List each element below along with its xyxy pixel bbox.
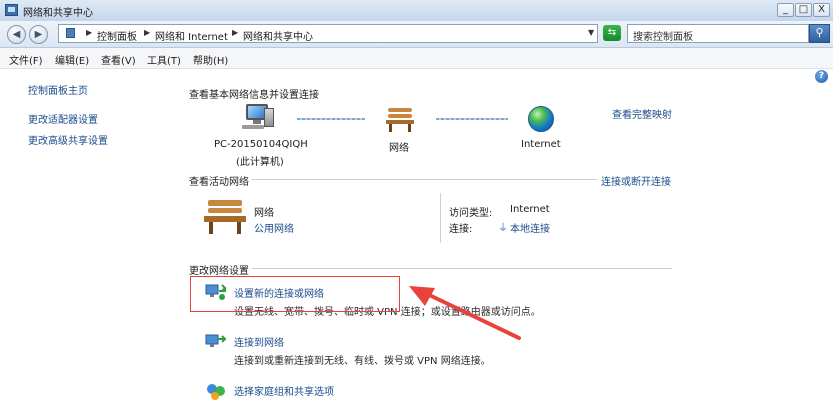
breadcrumb-control-panel[interactable]: 控制面板 xyxy=(97,28,137,43)
breadcrumb-arrow-icon[interactable]: ▶ xyxy=(232,28,238,37)
network-bench-icon xyxy=(386,106,414,132)
change-settings-heading: 更改网络设置 xyxy=(189,266,249,277)
connect-to-network-icon xyxy=(205,332,227,352)
refresh-button[interactable]: ⇆ xyxy=(603,25,621,41)
connection-plug-icon: ⏚ xyxy=(498,223,508,234)
back-button[interactable]: ◀ xyxy=(7,25,26,44)
breadcrumb-network-internet[interactable]: 网络和 Internet xyxy=(155,28,228,43)
network-label: 网络 xyxy=(389,143,409,154)
nav-advanced-sharing-settings[interactable]: 更改高级共享设置 xyxy=(28,132,108,147)
window-title: 网络和共享中心 xyxy=(23,8,93,19)
search-placeholder: 搜索控制面板 xyxy=(633,32,693,43)
computer-subtitle: (此计算机) xyxy=(236,157,284,168)
connect-disconnect-link[interactable]: 连接或断开连接 xyxy=(601,173,671,188)
local-connection-link[interactable]: 本地连接 xyxy=(510,220,550,235)
title-bar xyxy=(0,0,833,22)
control-panel-icon xyxy=(66,28,75,38)
internet-globe-icon xyxy=(528,106,554,132)
help-icon[interactable]: ? xyxy=(815,70,828,83)
annotation-arrow xyxy=(409,286,521,340)
access-type-label: 访问类型: xyxy=(449,208,493,219)
maximize-button[interactable]: □ xyxy=(795,3,812,17)
nav-change-adapter-settings[interactable]: 更改适配器设置 xyxy=(28,111,98,126)
overview-heading: 查看基本网络信息并设置连接 xyxy=(189,90,319,101)
internet-label: Internet xyxy=(521,139,561,150)
active-network-name: 网络 xyxy=(254,208,274,219)
connection-line xyxy=(297,118,365,120)
forward-button[interactable]: ▶ xyxy=(29,25,48,44)
connection-line xyxy=(436,118,508,120)
active-networks-heading: 查看活动网络 xyxy=(189,177,249,188)
section-divider xyxy=(252,268,672,269)
connect-to-network-link[interactable]: 连接到网络 xyxy=(234,334,284,349)
active-network-bench-icon xyxy=(204,198,246,234)
connect-to-network-desc: 连接到或重新连接到无线、有线、拨号或 VPN 网络连接。 xyxy=(234,356,491,367)
search-icon[interactable]: ⚲ xyxy=(809,24,830,43)
menu-tools[interactable]: 工具(T) xyxy=(147,52,181,67)
breadcrumb-arrow-icon[interactable]: ▶ xyxy=(86,28,92,37)
vertical-divider xyxy=(440,193,441,243)
access-type-value: Internet xyxy=(510,204,550,215)
computer-name: PC-20150104QIQH xyxy=(214,139,308,150)
homegroup-icon xyxy=(205,381,227,401)
breadcrumb-arrow-icon[interactable]: ▶ xyxy=(144,28,150,37)
menu-help[interactable]: 帮助(H) xyxy=(193,52,228,67)
connection-label: 连接: xyxy=(449,224,473,235)
menu-file[interactable]: 文件(F) xyxy=(9,52,43,67)
homegroup-sharing-link[interactable]: 选择家庭组和共享选项 xyxy=(234,383,334,398)
close-button[interactable]: X xyxy=(813,3,830,17)
menu-edit[interactable]: 编辑(E) xyxy=(55,52,89,67)
annotation-highlight-box xyxy=(190,276,400,312)
address-dropdown-icon[interactable]: ▼ xyxy=(588,28,594,37)
nav-control-panel-home[interactable]: 控制面板主页 xyxy=(28,82,88,97)
address-field[interactable] xyxy=(58,24,598,43)
computer-icon xyxy=(240,103,276,131)
network-type-link[interactable]: 公用网络 xyxy=(254,220,294,235)
minimize-button[interactable]: _ xyxy=(777,3,794,17)
section-divider xyxy=(252,179,597,180)
breadcrumb-network-center[interactable]: 网络和共享中心 xyxy=(243,28,313,43)
view-full-map-link[interactable]: 查看完整映射 xyxy=(612,106,672,121)
network-center-icon xyxy=(5,4,18,16)
menu-view[interactable]: 查看(V) xyxy=(101,52,136,67)
